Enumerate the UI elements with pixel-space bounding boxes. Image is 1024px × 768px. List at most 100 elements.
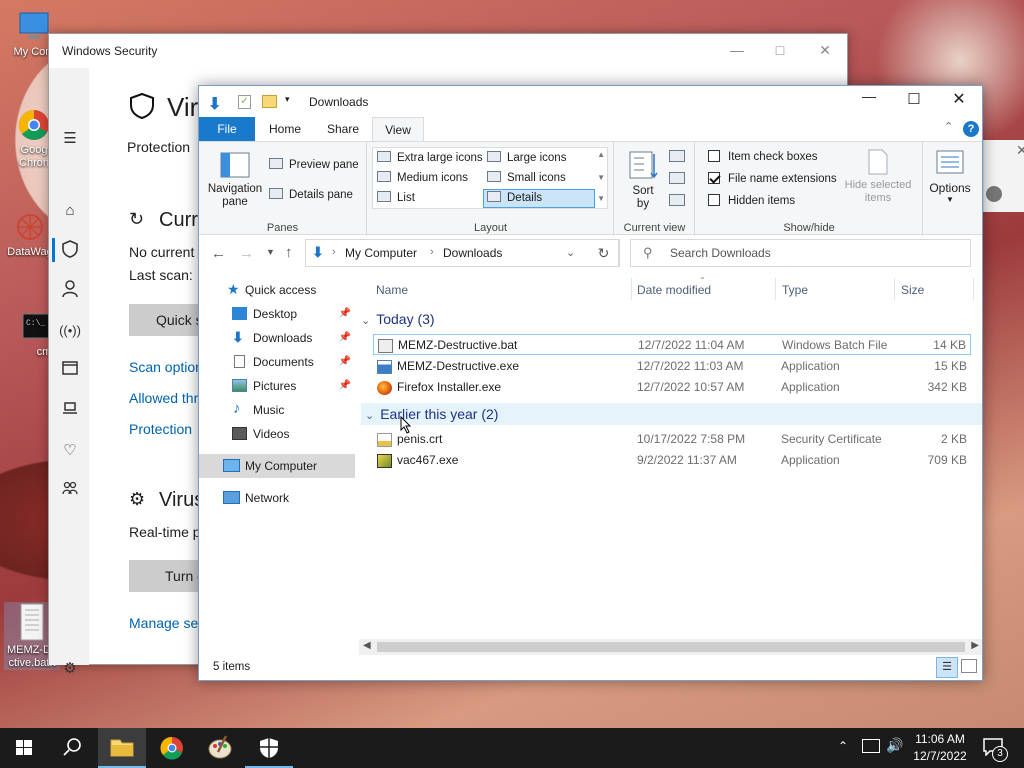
clock-date[interactable]: 12/7/2022 — [908, 749, 972, 763]
layout-details[interactable]: Details — [483, 189, 595, 208]
file-row[interactable]: penis.crt 10/17/2022 7:58 PM Security Ce… — [373, 429, 971, 450]
scroll-left-icon[interactable]: ◀ — [363, 640, 371, 651]
hidden-items-checkbox[interactable]: Hidden items — [708, 194, 795, 207]
person-icon[interactable] — [59, 280, 81, 302]
checkbox-hidden-items[interactable] — [708, 194, 720, 206]
network-status-icon[interactable] — [862, 739, 880, 753]
layout-expand-icon[interactable]: ▼ — [597, 194, 605, 203]
layout-scroll-up-icon[interactable]: ▲ — [597, 150, 605, 159]
protection-history-link[interactable]: Protection — [129, 421, 192, 437]
layout-extra-large-icons[interactable]: Extra large icons — [377, 151, 483, 164]
app-browser-icon[interactable] — [59, 360, 81, 382]
scroll-right-icon[interactable]: ▶ — [971, 640, 979, 651]
layout-list[interactable]: List — [377, 191, 415, 204]
recent-locations-icon[interactable]: ▼ — [266, 247, 275, 257]
preview-pane-button[interactable]: Preview pane — [269, 158, 359, 171]
layout-scroll-down-icon[interactable]: ▼ — [597, 173, 605, 182]
family-icon[interactable] — [59, 480, 81, 502]
checkbox-item-check-boxes[interactable] — [708, 150, 720, 162]
sort-by-button[interactable]: Sort by — [627, 150, 659, 211]
column-header-type[interactable]: Type — [782, 282, 808, 302]
notification-center-button[interactable]: 3 — [982, 736, 1012, 762]
settings-gear-icon[interactable]: ⚙ — [59, 658, 81, 680]
close-button[interactable]: ✕ — [802, 34, 848, 66]
taskbar-paint[interactable] — [196, 728, 244, 768]
large-icons-view-toggle-icon[interactable] — [961, 659, 977, 673]
qat-dropdown-icon[interactable]: ▾ — [285, 94, 290, 105]
nav-downloads[interactable]: ⬇ Downloads 📌 — [199, 326, 355, 350]
layout-large-icons[interactable]: Large icons — [487, 151, 566, 164]
search-input[interactable]: ⚲ Search Downloads — [630, 239, 971, 267]
group-by-icon[interactable] — [669, 150, 685, 162]
home-icon[interactable]: ⌂ — [59, 200, 81, 222]
file-row[interactable]: Firefox Installer.exe 12/7/2022 10:57 AM… — [373, 377, 971, 398]
volume-icon[interactable]: 🔊 — [886, 737, 903, 754]
tab-file[interactable]: File — [199, 117, 255, 141]
minimize-button[interactable]: — — [849, 88, 889, 104]
file-row[interactable]: MEMZ-Destructive.bat 12/7/2022 11:04 AM … — [373, 334, 971, 355]
clock-time[interactable]: 11:06 AM — [912, 732, 968, 746]
hamburger-icon[interactable]: ☰ — [59, 128, 81, 150]
downloads-arrow-icon[interactable]: ⬇ — [208, 94, 221, 114]
add-columns-icon[interactable] — [669, 172, 685, 184]
minimize-button[interactable]: — — [714, 34, 760, 66]
tab-view[interactable]: View — [372, 117, 424, 142]
maximize-button[interactable]: ☐ — [894, 90, 934, 108]
scroll-thumb[interactable] — [377, 642, 965, 652]
back-arrow-icon[interactable]: ← — [211, 245, 226, 262]
layout-small-icons[interactable]: Small icons — [487, 171, 566, 184]
hide-selected-items-button[interactable]: Hide selected items — [840, 148, 916, 205]
breadcrumb-downloads[interactable]: Downloads — [443, 246, 502, 260]
file-name-extensions-checkbox[interactable]: File name extensions — [708, 172, 837, 185]
column-header-date-modified[interactable]: Date modified — [637, 282, 711, 302]
options-button[interactable]: Options ▼ — [927, 148, 973, 204]
taskbar-file-explorer[interactable] — [98, 728, 146, 768]
tab-share[interactable]: Share — [317, 117, 369, 141]
address-bar[interactable]: ⬇ › My Computer › Downloads ⌄ — [305, 239, 619, 267]
allowed-threats-link[interactable]: Allowed thr — [129, 390, 198, 406]
new-folder-icon[interactable] — [262, 95, 277, 108]
details-view-toggle-icon[interactable]: ☰ — [936, 657, 958, 678]
manage-settings-link[interactable]: Manage set — [129, 615, 202, 631]
horizontal-scrollbar[interactable]: ◀ ▶ — [359, 639, 982, 655]
scan-options-link[interactable]: Scan option — [129, 359, 203, 375]
collapse-ribbon-icon[interactable]: ⌃ — [944, 120, 953, 133]
size-columns-icon[interactable] — [669, 194, 685, 206]
file-row[interactable]: MEMZ-Destructive.exe 12/7/2022 11:03 AM … — [373, 356, 971, 377]
column-header-size[interactable]: Size — [901, 282, 924, 302]
file-row[interactable]: vac467.exe 9/2/2022 11:37 AM Application… — [373, 450, 971, 471]
nav-documents[interactable]: Documents 📌 — [199, 350, 355, 374]
layout-medium-icons[interactable]: Medium icons — [377, 171, 468, 184]
address-dropdown-icon[interactable]: ⌄ — [566, 246, 575, 259]
laptop-icon[interactable] — [59, 400, 81, 422]
nav-videos[interactable]: Videos — [199, 422, 355, 446]
nav-pictures[interactable]: Pictures 📌 — [199, 374, 355, 398]
shield-icon[interactable] — [59, 240, 81, 262]
refresh-button[interactable]: ↻ — [588, 239, 620, 267]
details-pane-button[interactable]: Details pane — [269, 188, 353, 201]
nav-quick-access[interactable]: ★ Quick access — [199, 278, 355, 302]
maximize-button[interactable]: □ — [757, 34, 803, 66]
taskbar-windows-security[interactable] — [245, 728, 293, 768]
account-icon[interactable] — [986, 186, 1002, 202]
up-arrow-icon[interactable]: ↑ — [285, 244, 293, 261]
heart-pulse-icon[interactable]: ♡ — [59, 440, 81, 462]
help-icon[interactable]: ? — [963, 121, 979, 137]
checkbox-file-name-extensions[interactable] — [708, 172, 720, 184]
column-header-name[interactable]: Name — [376, 282, 408, 302]
close-button[interactable]: ✕ — [939, 89, 979, 109]
taskbar-chrome[interactable] — [148, 728, 196, 768]
close-icon[interactable]: ✕ — [1016, 142, 1024, 159]
navigation-pane-button[interactable]: Navigation pane — [205, 152, 265, 209]
search-button[interactable] — [48, 728, 96, 768]
show-hidden-icons-chevron-icon[interactable]: ⌃ — [838, 739, 848, 753]
nav-desktop[interactable]: Desktop 📌 — [199, 302, 355, 326]
wifi-signal-icon[interactable]: ((•)) — [59, 320, 81, 342]
nav-my-computer[interactable]: My Computer — [199, 454, 355, 478]
item-check-boxes-checkbox[interactable]: Item check boxes — [708, 150, 817, 163]
nav-music[interactable]: ♪ Music — [199, 398, 355, 422]
forward-arrow-icon[interactable]: → — [239, 245, 254, 262]
nav-network[interactable]: Network — [199, 486, 355, 510]
start-button[interactable] — [0, 728, 48, 768]
tab-home[interactable]: Home — [259, 117, 311, 141]
